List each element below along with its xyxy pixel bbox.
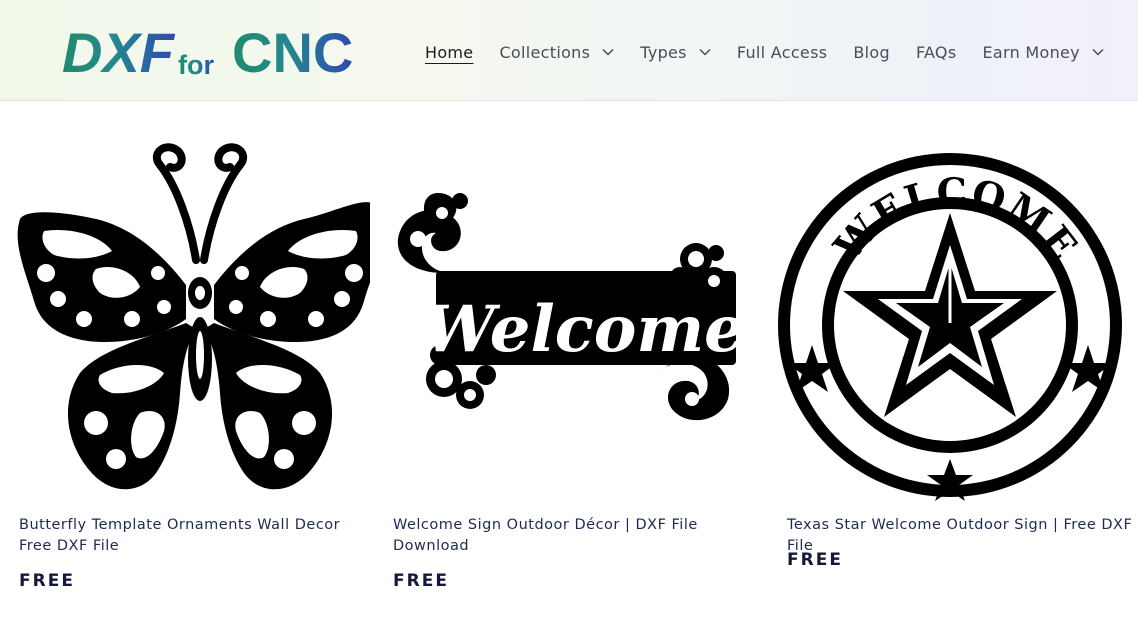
product-price: FREE xyxy=(787,550,843,570)
nav-full-access[interactable]: Full Access xyxy=(724,38,841,66)
product-image-texas-star-sign[interactable]: WELCOME xyxy=(768,123,1138,503)
nav-collections[interactable]: Collections xyxy=(486,38,627,66)
nav-blog-label: Blog xyxy=(853,42,890,62)
chevron-down-icon xyxy=(602,48,614,56)
nav-faqs-label: FAQs xyxy=(915,42,957,62)
nav-home[interactable]: Home xyxy=(412,38,486,66)
nav-full-access-label: Full Access xyxy=(736,42,828,62)
nav-home-label: Home xyxy=(425,42,474,62)
logo-text-cnc: CNC xyxy=(232,22,353,80)
product-grid: Butterfly Template Ornaments Wall Decor … xyxy=(0,101,1138,640)
nav-faqs[interactable]: FAQs xyxy=(903,38,970,66)
nav-types[interactable]: Types xyxy=(627,38,724,66)
nav-earn-money-label: Earn Money xyxy=(982,42,1080,62)
nav-collections-label: Collections xyxy=(499,42,591,62)
logo-text-dxf: DXF xyxy=(62,22,176,80)
product-card[interactable]: Butterfly Template Ornaments Wall Decor … xyxy=(0,101,370,640)
welcome-sign-text: Welcome xyxy=(423,292,744,367)
chevron-down-icon xyxy=(1092,48,1104,56)
site-logo[interactable]: DXF for CNC xyxy=(62,22,378,80)
product-title[interactable]: Butterfly Template Ornaments Wall Decor … xyxy=(19,515,371,557)
product-image-welcome-sign[interactable]: Welcome xyxy=(374,123,744,503)
site-header: DXF for CNC Home Collections Types Full … xyxy=(0,0,1138,101)
nav-types-label: Types xyxy=(640,42,687,62)
product-title[interactable]: Welcome Sign Outdoor Décor | DXF File Do… xyxy=(393,515,745,557)
chevron-down-icon xyxy=(699,48,711,56)
product-price: FREE xyxy=(19,571,75,591)
product-image-butterfly[interactable] xyxy=(0,123,370,503)
product-card[interactable]: Welcome Welcome Sign Outdoor Décor | DXF… xyxy=(374,101,744,640)
logo-text-for: for xyxy=(178,50,214,80)
product-price: FREE xyxy=(393,571,449,591)
main-nav: Home Collections Types Full Access Blog … xyxy=(412,38,1117,66)
product-card[interactable]: WELCOME Texas Star Welcome Outdoor Sign … xyxy=(768,101,1138,640)
nav-earn-money[interactable]: Earn Money xyxy=(969,38,1116,66)
nav-blog[interactable]: Blog xyxy=(840,38,903,66)
